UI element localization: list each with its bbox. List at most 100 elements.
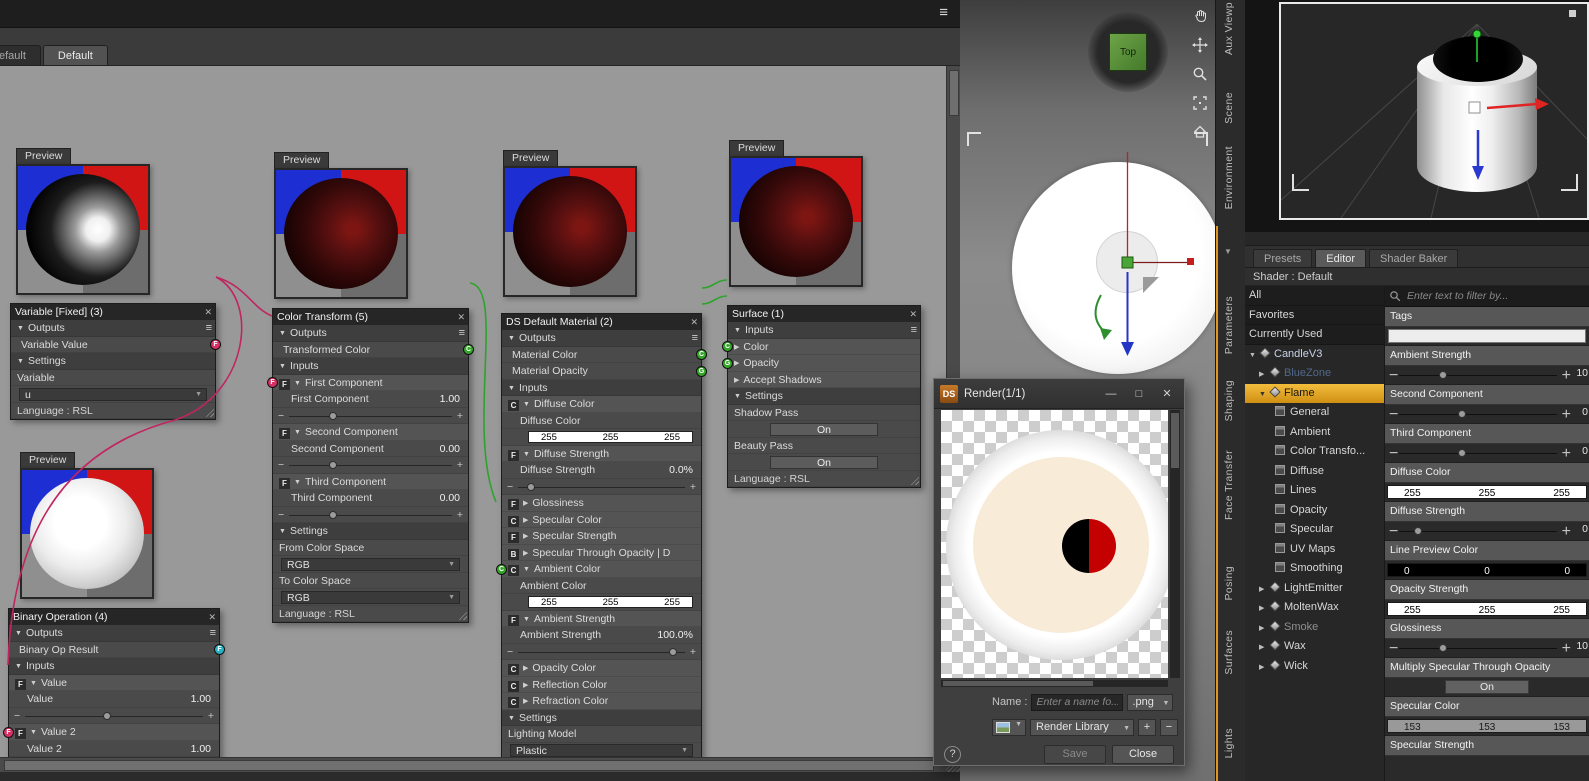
tree-item-moltenwax[interactable]: ▶ MoltenWax <box>1245 598 1384 618</box>
collapse-icon[interactable]: ▼ <box>523 616 530 623</box>
node-titlebar[interactable]: Surface (1) ✕ <box>728 306 920 322</box>
tree-item-candlev3[interactable]: ▼ CandleV3 <box>1245 345 1384 365</box>
tree-arrow-icon[interactable]: ▼ <box>1249 346 1259 365</box>
slider-thumb[interactable] <box>329 510 337 519</box>
tree-item-currently-used[interactable]: Currently Used <box>1245 325 1384 345</box>
collapse-icon[interactable]: ▶ <box>523 698 528 705</box>
collapse-icon[interactable]: ▼ <box>279 330 286 337</box>
dropdown[interactable]: u ▼ <box>19 387 207 401</box>
panel-tab-shader-baker[interactable]: Shader Baker <box>1369 249 1459 267</box>
collapse-icon[interactable]: ▼ <box>15 630 22 637</box>
collapse-icon[interactable]: ▼ <box>523 566 530 573</box>
tree-arrow-icon[interactable]: ▶ <box>1259 658 1269 677</box>
collapse-icon[interactable]: ▼ <box>523 451 530 458</box>
connector-f-icon[interactable]: F <box>214 644 225 655</box>
slider-track[interactable] <box>1399 644 1557 652</box>
collapse-icon[interactable]: ▼ <box>294 429 301 436</box>
collapse-icon[interactable]: ▼ <box>17 325 24 332</box>
property-group-diffuse-color[interactable]: C ▼ Diffuse Color <box>502 396 701 413</box>
property-group-value-2[interactable]: F ▼ Value 2 F <box>3 724 219 741</box>
tree-arrow-icon[interactable]: ▶ <box>1259 599 1269 618</box>
property-group-reflection-color[interactable]: C ▶ Reflection Color <box>502 676 701 693</box>
slider-track[interactable] <box>1399 410 1557 418</box>
slider-decrement[interactable]: − <box>278 408 284 424</box>
tree-arrow-icon[interactable]: ▶ <box>1259 365 1269 384</box>
slider-decrement[interactable]: − <box>1389 445 1398 463</box>
tree-item-specular[interactable]: Specular <box>1245 520 1384 540</box>
connector-c-icon[interactable]: C <box>463 344 474 355</box>
slider-increment[interactable]: + <box>690 644 696 660</box>
side-tab-environment[interactable]: Environment <box>1223 146 1235 209</box>
color-swatch[interactable]: 255 255 255 <box>1387 484 1587 499</box>
collapse-icon[interactable]: ▶ <box>523 500 528 507</box>
slider-track[interactable] <box>289 411 452 420</box>
prop-control-glossiness[interactable]: − +10 <box>1385 638 1589 658</box>
collapse-icon[interactable]: ▼ <box>508 335 515 342</box>
pan-hand-icon[interactable] <box>1190 6 1210 26</box>
maximize-icon[interactable]: □ <box>1128 388 1150 400</box>
section-header-inputs[interactable]: ▼ Inputs <box>273 358 468 375</box>
tree-item-wax[interactable]: ▶ Wax <box>1245 637 1384 657</box>
tree-item-flame[interactable]: ▼ Flame <box>1245 383 1384 403</box>
side-tab-parameters[interactable]: Parameters <box>1223 296 1235 354</box>
collapse-icon[interactable]: ▼ <box>508 385 515 392</box>
preview-label[interactable]: Preview <box>16 148 72 164</box>
on-toggle-button[interactable]: On <box>770 422 878 436</box>
slider-thumb[interactable] <box>102 711 111 720</box>
wire-green-5[interactable] <box>701 295 728 305</box>
collapse-icon[interactable]: ▼ <box>30 729 37 736</box>
slider-track[interactable] <box>25 711 203 720</box>
connector-g-icon[interactable]: G <box>696 365 707 377</box>
render-vertical-scrollbar[interactable] <box>1170 410 1180 678</box>
node-titlebar[interactable]: Binary Operation (4) ✕ <box>9 609 219 625</box>
property-group-glossiness[interactable]: F ▶ Glossiness <box>502 495 701 512</box>
slider-thumb[interactable] <box>1439 644 1448 652</box>
node-menu-icon[interactable]: ≡ <box>692 330 698 346</box>
collapse-icon[interactable]: ▼ <box>734 393 741 400</box>
slider-increment[interactable]: + <box>457 408 463 424</box>
scrollbar-thumb[interactable] <box>949 70 959 116</box>
side-tab-shaping[interactable]: Shaping <box>1223 380 1235 421</box>
close-node-icon[interactable]: ✕ <box>208 609 216 625</box>
collapse-icon[interactable]: ▶ <box>523 517 528 524</box>
collapse-icon[interactable]: ▼ <box>30 680 37 687</box>
slider-decrement[interactable]: − <box>507 644 513 660</box>
aux-viewport[interactable] <box>1279 2 1589 220</box>
slider-track[interactable] <box>518 647 685 656</box>
tags-input[interactable] <box>1388 329 1586 343</box>
slider-increment[interactable]: + <box>1562 406 1571 424</box>
frame-icon[interactable] <box>1190 93 1210 113</box>
render-library-dropdown[interactable]: Render Library ▼ <box>1030 718 1134 736</box>
render-name-input[interactable] <box>1031 693 1124 711</box>
collapse-icon[interactable]: ▼ <box>279 528 286 535</box>
section-header-outputs[interactable]: ▼ Outputs ≡ <box>502 330 701 347</box>
tree-item-all[interactable]: All <box>1245 286 1384 306</box>
tree-arrow-icon[interactable]: ▶ <box>1259 619 1269 638</box>
property-group-third-component[interactable]: F ▼ Third Component <box>273 473 468 490</box>
node-binary[interactable]: Binary Operation (4) ✕ ▼ Outputs ≡ Binary Op … <box>3 608 225 757</box>
collapse-icon[interactable]: ▶ <box>734 344 739 351</box>
section-header-inputs[interactable]: ▼ Inputs <box>502 379 701 396</box>
connector-g-icon[interactable]: G <box>722 357 733 369</box>
slider-thumb[interactable] <box>329 461 337 469</box>
slider-decrement[interactable]: − <box>507 479 513 495</box>
scrollbar-thumb[interactable] <box>943 681 1093 686</box>
property-group-specular-strength[interactable]: F ▶ Specular Strength <box>502 528 701 545</box>
preview-label[interactable]: Preview <box>729 140 785 156</box>
side-tab-aux-viewp[interactable]: Aux Viewp <box>1223 2 1235 55</box>
zoom-icon[interactable] <box>1190 64 1210 84</box>
tree-item-diffuse[interactable]: Diffuse <box>1245 462 1384 482</box>
tree-item-wick[interactable]: ▶ Wick <box>1245 657 1384 677</box>
property-group-second-component[interactable]: F ▼ Second Component <box>273 424 468 441</box>
node-titlebar[interactable]: Variable [Fixed] (3) ✕ <box>11 304 215 320</box>
node-graph-canvas[interactable]: Preview Preview Preview Preview Preview Varia… <box>0 66 946 757</box>
slider-thumb[interactable] <box>1439 371 1448 379</box>
slider-decrement[interactable]: − <box>1389 640 1398 658</box>
collapse-icon[interactable]: ▼ <box>523 401 530 408</box>
node-ds-default-material[interactable]: DS Default Material (2) ✕ ▼ Outputs ≡ Materia… <box>496 313 707 757</box>
close-button[interactable]: Close <box>1112 744 1174 764</box>
connector-f-icon[interactable]: F <box>210 339 221 350</box>
node-menu-icon[interactable]: ≡ <box>911 322 917 338</box>
save-button[interactable]: Save <box>1044 744 1106 764</box>
property-group-opacity-color[interactable]: C ▶ Opacity Color <box>502 660 701 677</box>
